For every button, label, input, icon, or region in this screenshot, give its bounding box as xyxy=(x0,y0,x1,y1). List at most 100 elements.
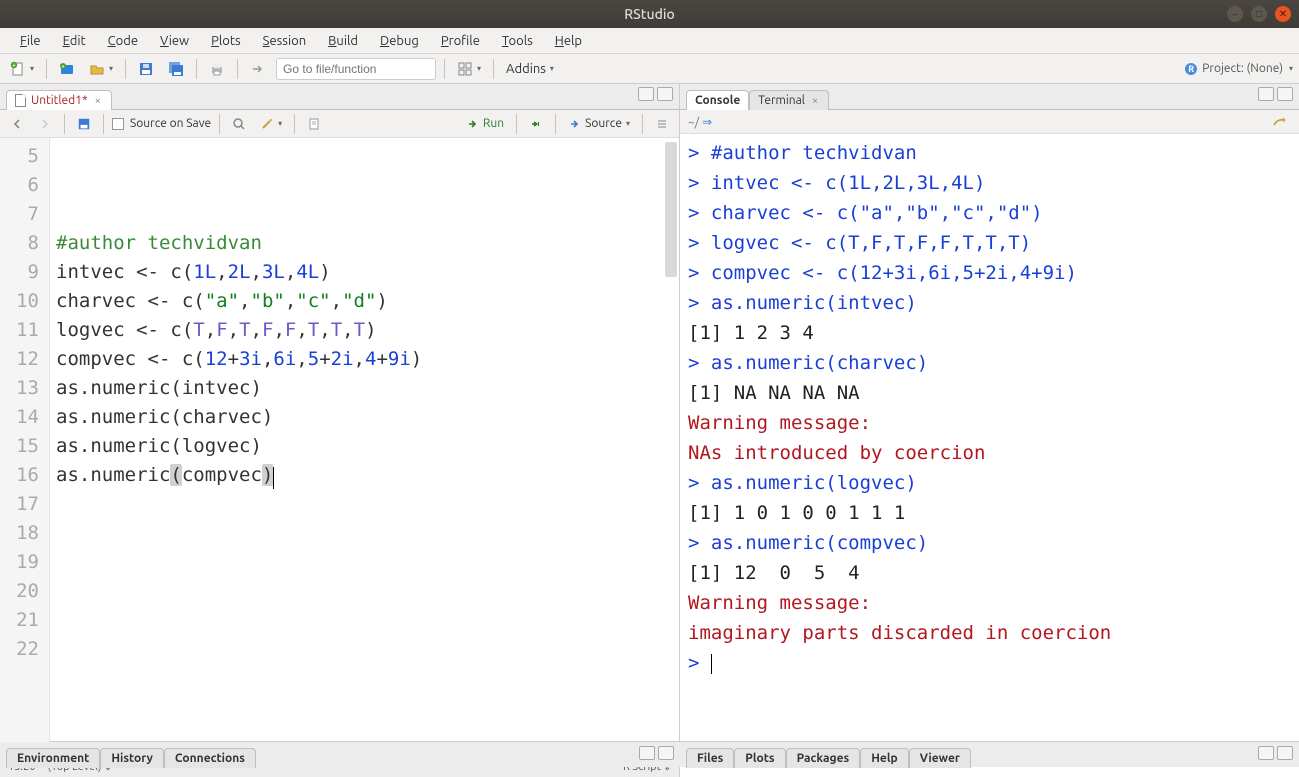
console-line: [1] NA NA NA NA xyxy=(688,378,1291,408)
rerun-button[interactable] xyxy=(525,115,547,133)
goto-file-function-input[interactable] xyxy=(276,58,436,80)
new-file-button[interactable]: + ▾ xyxy=(6,59,38,79)
addins-button[interactable]: Addins ▾ xyxy=(502,60,558,78)
back-button[interactable] xyxy=(6,115,28,133)
outline-button[interactable] xyxy=(651,115,673,133)
minimize-pane-button[interactable] xyxy=(1258,87,1274,101)
maximize-pane-button[interactable] xyxy=(658,746,674,760)
menu-view[interactable]: View xyxy=(150,31,199,51)
save-file-button[interactable] xyxy=(73,115,95,133)
restore-pane-button[interactable] xyxy=(639,746,655,760)
source-tab-untitled1[interactable]: Untitled1* × xyxy=(6,90,112,110)
window-titlebar: RStudio – □ ✕ xyxy=(0,0,1299,28)
console-cwd[interactable]: ~/ ⇒ xyxy=(688,115,712,129)
tab-packages[interactable]: Packages xyxy=(786,748,861,768)
save-all-button[interactable] xyxy=(164,59,188,79)
minimize-pane-button[interactable] xyxy=(638,87,654,101)
code-line[interactable] xyxy=(56,635,673,664)
run-button[interactable]: Run xyxy=(462,115,508,133)
console-line: [1] 1 0 1 0 0 1 1 1 xyxy=(688,498,1291,528)
code-line[interactable]: as.numeric(charvec) xyxy=(56,403,673,432)
open-file-button[interactable]: ▾ xyxy=(85,59,117,79)
code-line[interactable]: #author techvidvan xyxy=(56,229,673,258)
window-minimize-button[interactable]: – xyxy=(1227,6,1243,22)
source-on-save-label: Source on Save xyxy=(130,117,211,130)
scrollbar-thumb[interactable] xyxy=(665,142,677,277)
console-line: imaginary parts discarded in coercion xyxy=(688,618,1291,648)
new-project-button[interactable]: + xyxy=(55,59,79,79)
menu-tools[interactable]: Tools xyxy=(492,31,543,51)
report-button[interactable] xyxy=(303,115,325,133)
menu-file[interactable]: File xyxy=(10,31,51,51)
tab-help[interactable]: Help xyxy=(860,748,908,768)
code-line[interactable]: as.numeric(intvec) xyxy=(56,374,673,403)
code-content[interactable]: #author techvidvanintvec <- c(1L,2L,3L,4… xyxy=(50,138,679,755)
source-on-save-checkbox[interactable] xyxy=(112,118,124,130)
code-line[interactable] xyxy=(56,490,673,519)
addins-label: Addins xyxy=(506,62,546,76)
find-button[interactable] xyxy=(228,115,250,133)
grid-view-button[interactable]: ▾ xyxy=(453,59,485,79)
code-line[interactable] xyxy=(56,693,673,722)
tab-connections[interactable]: Connections xyxy=(164,748,256,768)
console-line: > xyxy=(688,648,1291,678)
code-line[interactable]: as.numeric(compvec) xyxy=(56,461,673,490)
save-button[interactable] xyxy=(134,59,158,79)
tab-terminal[interactable]: Terminal× xyxy=(749,90,829,110)
code-line[interactable]: charvec <- c("a","b","c","d") xyxy=(56,287,673,316)
project-label[interactable]: Project: (None) xyxy=(1202,62,1283,75)
goto-function-button[interactable] xyxy=(246,59,270,79)
maximize-pane-button[interactable] xyxy=(1277,746,1293,760)
window-maximize-button[interactable]: □ xyxy=(1251,6,1267,22)
code-line[interactable] xyxy=(56,606,673,635)
code-line[interactable] xyxy=(56,577,673,606)
console-line: > logvec <- c(T,F,T,F,F,T,T,T) xyxy=(688,228,1291,258)
code-line[interactable] xyxy=(56,664,673,693)
tab-viewer[interactable]: Viewer xyxy=(909,748,971,768)
code-line[interactable]: as.numeric(logvec) xyxy=(56,432,673,461)
menu-session[interactable]: Session xyxy=(253,31,316,51)
code-line[interactable] xyxy=(56,519,673,548)
console-line: > compvec <- c(12+3i,6i,5+2i,4+9i) xyxy=(688,258,1291,288)
bottom-left-tabbar: EnvironmentHistoryConnections xyxy=(0,742,680,767)
code-line[interactable]: compvec <- c(12+3i,6i,5+2i,4+9i) xyxy=(56,345,673,374)
console-output[interactable]: > #author techvidvan> intvec <- c(1L,2L,… xyxy=(680,134,1299,777)
menu-edit[interactable]: Edit xyxy=(53,31,96,51)
run-label: Run xyxy=(483,117,504,130)
print-button[interactable] xyxy=(205,59,229,79)
maximize-pane-button[interactable] xyxy=(1277,87,1293,101)
document-icon xyxy=(15,94,26,107)
forward-button[interactable] xyxy=(34,115,56,133)
wand-button[interactable]: ▾ xyxy=(256,115,286,133)
menu-code[interactable]: Code xyxy=(98,31,148,51)
line-gutter: 5678910111213141516171819202122 xyxy=(0,138,50,755)
main-toolbar: + ▾ + ▾ ▾ Addins ▾ R Project: (None) ▾ xyxy=(0,54,1299,84)
maximize-pane-button[interactable] xyxy=(657,87,673,101)
code-editor[interactable]: 5678910111213141516171819202122 #author … xyxy=(0,138,679,755)
menu-plots[interactable]: Plots xyxy=(201,31,251,51)
tab-console[interactable]: Console xyxy=(686,90,749,110)
menu-debug[interactable]: Debug xyxy=(370,31,429,51)
code-line[interactable]: intvec <- c(1L,2L,3L,4L) xyxy=(56,258,673,287)
tab-filename: Untitled1* xyxy=(31,94,88,107)
menu-build[interactable]: Build xyxy=(318,31,368,51)
code-line[interactable]: logvec <- c(T,F,T,F,F,T,T,T) xyxy=(56,316,673,345)
restore-pane-button[interactable] xyxy=(1258,746,1274,760)
menu-help[interactable]: Help xyxy=(545,31,592,51)
close-tab-icon[interactable]: × xyxy=(93,95,103,107)
tab-history[interactable]: History xyxy=(100,748,164,768)
source-tabbar: Untitled1* × xyxy=(0,84,679,110)
menu-profile[interactable]: Profile xyxy=(431,31,490,51)
source-button[interactable]: Source ▾ xyxy=(564,115,634,133)
console-pane: Console Terminal× ~/ ⇒ > #author techvid… xyxy=(680,84,1299,777)
clear-console-button[interactable] xyxy=(1267,112,1291,132)
window-title: RStudio xyxy=(624,6,675,22)
tab-files[interactable]: Files xyxy=(686,748,734,768)
console-line: [1] 12 0 5 4 xyxy=(688,558,1291,588)
window-close-button[interactable]: ✕ xyxy=(1275,6,1291,22)
svg-text:+: + xyxy=(61,64,64,70)
close-icon[interactable]: × xyxy=(810,95,820,107)
tab-environment[interactable]: Environment xyxy=(6,748,100,768)
tab-plots[interactable]: Plots xyxy=(734,748,785,768)
code-line[interactable] xyxy=(56,548,673,577)
